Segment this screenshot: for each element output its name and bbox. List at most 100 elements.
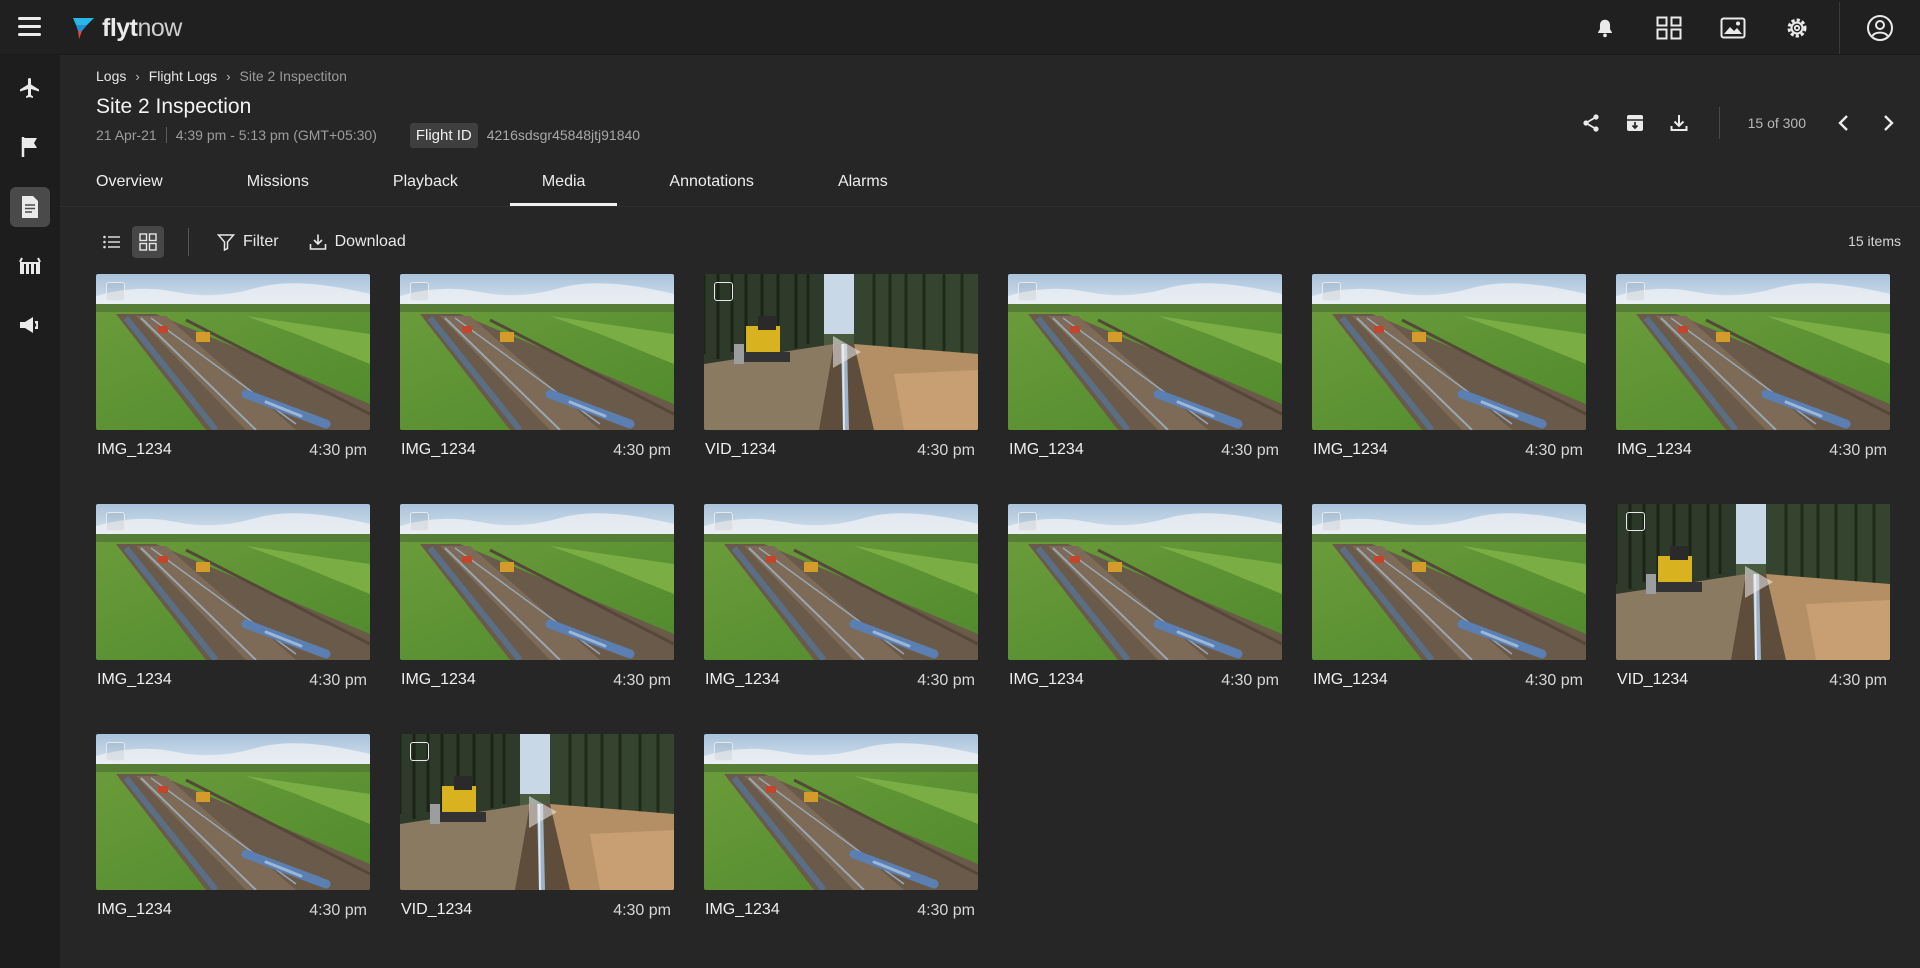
tab-playback[interactable]: Playback — [393, 168, 458, 206]
chevron-right-icon[interactable] — [1876, 111, 1900, 135]
media-thumbnail[interactable] — [400, 504, 674, 660]
select-checkbox[interactable] — [714, 282, 733, 301]
brand-logo[interactable]: flytnow — [70, 12, 182, 44]
media-time: 4:30 pm — [917, 902, 975, 919]
select-checkbox[interactable] — [410, 742, 429, 761]
sidebar-item-alerts[interactable] — [10, 305, 50, 345]
play-icon[interactable] — [825, 332, 865, 372]
media-card-image[interactable]: IMG_1234 4:30 pm — [400, 274, 674, 464]
media-card-image[interactable]: IMG_1234 4:30 pm — [1312, 274, 1586, 464]
media-card-video[interactable]: VID_1234 4:30 pm — [1616, 504, 1890, 694]
media-name: IMG_1234 — [1313, 671, 1388, 688]
tab-missions[interactable]: Missions — [247, 168, 309, 206]
share-icon[interactable] — [1579, 111, 1603, 135]
list-view-icon — [103, 235, 120, 249]
flight-time-range: 4:39 pm - 5:13 pm (GMT+05:30) — [175, 127, 377, 143]
media-thumbnail[interactable] — [400, 734, 674, 890]
media-card-image[interactable]: IMG_1234 4:30 pm — [1008, 504, 1282, 694]
flight-date: 21 Apr-21 — [96, 127, 157, 143]
media-card-image[interactable]: IMG_1234 4:30 pm — [704, 734, 978, 924]
media-thumbnail[interactable] — [704, 274, 978, 430]
media-card-image[interactable]: IMG_1234 4:30 pm — [704, 504, 978, 694]
breadcrumb: Logs › Flight Logs › Site 2 Inspectiton — [96, 68, 347, 84]
media-thumbnail[interactable] — [1616, 274, 1890, 430]
media-thumbnail[interactable] — [1616, 504, 1890, 660]
media-thumbnail[interactable] — [1312, 504, 1586, 660]
select-checkbox[interactable] — [410, 282, 429, 301]
select-checkbox[interactable] — [1626, 282, 1645, 301]
sidebar-item-logs[interactable] — [10, 187, 50, 227]
select-checkbox[interactable] — [714, 742, 733, 761]
select-checkbox[interactable] — [410, 512, 429, 531]
document-icon — [22, 196, 38, 218]
media-thumbnail[interactable] — [96, 734, 370, 890]
select-checkbox[interactable] — [1018, 282, 1037, 301]
archive-icon[interactable] — [1623, 111, 1647, 135]
media-card-image[interactable]: IMG_1234 4:30 pm — [96, 734, 370, 924]
tab-media[interactable]: Media — [510, 168, 617, 206]
select-checkbox[interactable] — [1018, 512, 1037, 531]
menu-icon[interactable] — [18, 17, 41, 37]
media-thumbnail[interactable] — [704, 734, 978, 890]
select-checkbox[interactable] — [106, 512, 125, 531]
play-icon[interactable] — [1737, 562, 1777, 602]
settings-gear-icon[interactable] — [1781, 12, 1813, 44]
media-card-image[interactable]: IMG_1234 4:30 pm — [96, 504, 370, 694]
notification-bell-icon[interactable] — [1589, 12, 1621, 44]
media-card-image[interactable]: IMG_1234 4:30 pm — [400, 504, 674, 694]
sidebar-item-flights[interactable] — [10, 68, 50, 108]
media-thumbnail[interactable] — [704, 504, 978, 660]
sidebar-item-fleet[interactable] — [10, 246, 50, 286]
chevron-left-icon[interactable] — [1832, 111, 1856, 135]
media-card-video[interactable]: VID_1234 4:30 pm — [704, 274, 978, 464]
brand-name: flytnow — [102, 13, 182, 42]
pipeline-photo — [96, 274, 370, 430]
tab-overview[interactable]: Overview — [96, 168, 163, 206]
gallery-image-icon[interactable] — [1717, 12, 1749, 44]
media-time: 4:30 pm — [1221, 672, 1279, 689]
breadcrumb-logs[interactable]: Logs — [96, 68, 126, 84]
media-thumbnail[interactable] — [1312, 274, 1586, 430]
media-card-image[interactable]: IMG_1234 4:30 pm — [1616, 274, 1890, 464]
media-thumbnail[interactable] — [96, 504, 370, 660]
download-icon[interactable] — [1667, 111, 1691, 135]
pipeline-photo — [704, 504, 978, 660]
list-view-button[interactable] — [96, 226, 128, 258]
media-time: 4:30 pm — [309, 442, 367, 459]
media-card-image[interactable]: IMG_1234 4:30 pm — [1008, 274, 1282, 464]
pipeline-photo — [1312, 274, 1586, 430]
play-icon[interactable] — [521, 792, 561, 832]
flight-id-value: 4216sdsgr45848jtj91840 — [486, 127, 641, 143]
filter-button[interactable]: Filter — [217, 233, 279, 251]
chevron-right-icon: › — [226, 68, 231, 84]
tabs-divider — [60, 206, 1920, 207]
media-card-image[interactable]: IMG_1234 4:30 pm — [96, 274, 370, 464]
media-thumbnail[interactable] — [1008, 504, 1282, 660]
select-checkbox[interactable] — [1322, 282, 1341, 301]
download-button[interactable]: Download — [309, 233, 406, 251]
media-thumbnail[interactable] — [1008, 274, 1282, 430]
select-checkbox[interactable] — [714, 512, 733, 531]
grid-view-button[interactable] — [132, 226, 164, 258]
select-checkbox[interactable] — [1322, 512, 1341, 531]
breadcrumb-flight-logs[interactable]: Flight Logs — [149, 68, 217, 84]
chevron-right-icon: › — [135, 68, 140, 84]
media-name: IMG_1234 — [401, 441, 476, 458]
select-checkbox[interactable] — [106, 282, 125, 301]
select-checkbox[interactable] — [106, 742, 125, 761]
sidebar-item-missions[interactable] — [10, 127, 50, 167]
tab-alarms[interactable]: Alarms — [838, 168, 888, 206]
media-thumbnail[interactable] — [96, 274, 370, 430]
dashboard-grid-icon[interactable] — [1653, 12, 1685, 44]
pipeline-photo — [704, 734, 978, 890]
sidebar — [0, 55, 60, 968]
user-account-icon[interactable] — [1864, 12, 1896, 44]
media-thumbnail[interactable] — [400, 274, 674, 430]
media-name: IMG_1234 — [97, 671, 172, 688]
media-card-video[interactable]: VID_1234 4:30 pm — [400, 734, 674, 924]
media-card-image[interactable]: IMG_1234 4:30 pm — [1312, 504, 1586, 694]
select-checkbox[interactable] — [1626, 512, 1645, 531]
hangar-icon — [19, 257, 41, 274]
header-divider — [1718, 107, 1720, 139]
tab-annotations[interactable]: Annotations — [669, 168, 754, 206]
